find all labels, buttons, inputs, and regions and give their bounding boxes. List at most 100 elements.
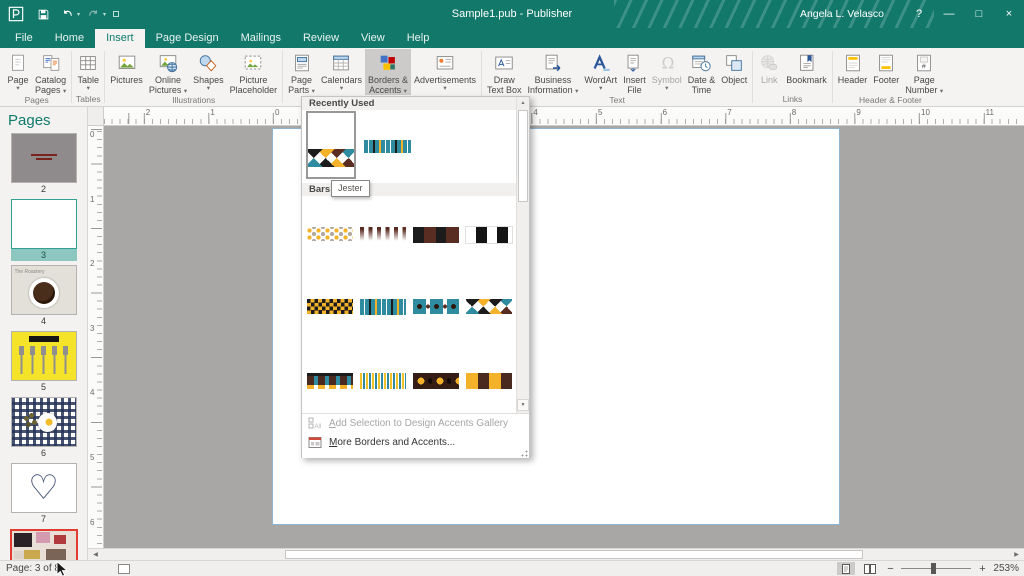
page-indicator[interactable]: Page: 3 of 8	[0, 563, 60, 574]
page-3-preview	[11, 199, 77, 249]
undo-button[interactable]	[56, 3, 78, 25]
resize-grip[interactable]	[521, 450, 528, 457]
dropdown-caret-icon[interactable]: ▾	[103, 11, 106, 18]
blocks-brown-pattern	[413, 227, 459, 243]
gallery-item-checker[interactable]	[307, 299, 353, 314]
gallery-item-fade-bars[interactable]	[360, 227, 406, 242]
undo-icon	[60, 7, 75, 22]
save-button[interactable]	[32, 3, 54, 25]
ruler-number: 11	[986, 108, 994, 117]
more-borders-menu-item[interactable]: More Borders and Accents...	[302, 433, 529, 452]
tab-view[interactable]: View	[350, 29, 396, 48]
help-button[interactable]: ?	[904, 0, 934, 28]
horizontal-ruler[interactable]: 2101234567891011	[104, 107, 1024, 126]
tab-review[interactable]: Review	[292, 29, 350, 48]
page-thumbnail-2[interactable]: 2	[0, 133, 87, 195]
page-thumbnail-7[interactable]: 7	[0, 463, 87, 525]
draw-text-box-button[interactable]: DrawText Box	[484, 49, 525, 95]
page-7-preview	[11, 463, 77, 513]
gallery-item-blocks-bw[interactable]	[466, 227, 512, 243]
gallery-item-dots[interactable]	[307, 227, 353, 241]
gallery-item-jester[interactable]	[306, 111, 356, 179]
date-time-button[interactable]: Date &Time	[685, 49, 719, 95]
page-thumbnail-4[interactable]: The Roastery4	[0, 265, 87, 327]
business-information-button[interactable]: BusinessInformation ▾	[525, 49, 582, 95]
maximize-button[interactable]: □	[964, 0, 994, 28]
scrollbar-thumb[interactable]	[285, 550, 863, 559]
tab-home[interactable]: Home	[44, 29, 95, 48]
dropdown-caret-icon[interactable]: ▾	[77, 11, 80, 18]
page-number-button[interactable]: #PageNumber ▾	[902, 49, 946, 95]
page-parts-button[interactable]: PageParts ▾	[285, 49, 318, 95]
page-8-preview	[10, 529, 78, 560]
close-button[interactable]: ×	[994, 0, 1024, 28]
gallery-scroll-up-icon[interactable]: ▲	[517, 97, 529, 109]
online-pictures-button[interactable]: OnlinePictures ▾	[146, 49, 190, 95]
tab-insert[interactable]: Insert	[95, 29, 145, 48]
redo-button[interactable]	[82, 3, 104, 25]
single-page-view-button[interactable]	[837, 562, 855, 575]
borders-accents-button[interactable]: Borders &Accents ▾	[365, 49, 411, 95]
qat-customize-icon[interactable]	[113, 11, 119, 17]
pictures-icon	[116, 51, 138, 75]
tab-page-design[interactable]: Page Design	[145, 29, 230, 48]
page-number-label: 3	[11, 249, 77, 261]
account-name[interactable]: Angela L. Velasco	[800, 8, 884, 20]
picture-placeholder-button[interactable]: PicturePlaceholder	[227, 49, 281, 95]
tab-mailings[interactable]: Mailings	[230, 29, 292, 48]
zoom-in-button[interactable]: +	[977, 563, 987, 575]
scroll-left-icon[interactable]: ◀	[88, 549, 103, 560]
gallery-item-squares[interactable]	[413, 299, 459, 314]
symbol-button[interactable]: ΩSymbol▾	[649, 49, 685, 95]
catalog-pages-icon	[40, 51, 62, 75]
gallery-item-blocks-yellow[interactable]	[466, 373, 512, 389]
gallery-scrollbar-thumb[interactable]	[518, 110, 528, 202]
zoom-out-button[interactable]: −	[885, 563, 895, 575]
gallery-item-blocks-brown[interactable]	[413, 227, 459, 243]
gallery-scrollbar[interactable]: ▲ ▼	[516, 97, 529, 413]
horizontal-scrollbar[interactable]: ◀ ▶	[88, 548, 1024, 560]
page-thumbnail-8[interactable]: 8	[0, 529, 87, 560]
dropdown-caret-icon: ▾	[207, 85, 210, 92]
footer-button[interactable]: Footer	[870, 49, 902, 95]
minimize-button[interactable]: —	[934, 0, 964, 28]
advertisements-button[interactable]: Advertisements▾	[411, 49, 479, 95]
two-page-view-button[interactable]	[861, 562, 879, 575]
page-button[interactable]: Page▾	[4, 49, 32, 95]
business-information-icon	[542, 51, 564, 75]
scroll-right-icon[interactable]: ▶	[1009, 549, 1024, 560]
page-size-icon[interactable]	[118, 564, 130, 574]
page-thumbnail-6[interactable]: 6	[0, 397, 87, 459]
tooltip: Jester	[331, 180, 370, 197]
zoom-slider-thumb[interactable]	[931, 563, 936, 574]
vertical-ruler[interactable]: 0123456	[88, 126, 104, 548]
page-2-preview	[11, 133, 77, 183]
page-thumbnail-5[interactable]: 5	[0, 331, 87, 393]
tab-file[interactable]: File	[4, 29, 44, 48]
zoom-slider[interactable]	[901, 562, 971, 575]
tab-help[interactable]: Help	[396, 29, 441, 48]
object-button[interactable]: Object	[718, 49, 750, 95]
gallery-scroll-down-icon[interactable]: ▼	[517, 399, 529, 411]
calendars-button[interactable]: Calendars▾	[318, 49, 365, 95]
zoom-level[interactable]: 253%	[993, 563, 1019, 574]
insert-file-button[interactable]: InsertFile	[620, 49, 649, 95]
page-thumbnail-3[interactable]: 3	[0, 199, 87, 261]
gallery-item-stripes-teal[interactable]	[360, 299, 406, 315]
gallery-item-stripes[interactable]	[364, 140, 411, 153]
table-button[interactable]: Table▾	[74, 49, 102, 94]
wordart-button[interactable]: WordArt▾	[581, 49, 620, 95]
link-button[interactable]: Link	[755, 49, 783, 94]
gallery-item-posts[interactable]	[307, 373, 353, 389]
bookmark-button[interactable]: Bookmark	[783, 49, 830, 94]
gallery-row	[302, 373, 518, 391]
gallery-item-stripes-thin[interactable]	[360, 373, 406, 389]
gallery-item-hourglass[interactable]	[466, 299, 512, 314]
pictures-button[interactable]: Pictures	[107, 49, 146, 95]
workspace[interactable]	[104, 126, 1024, 548]
header-button[interactable]: Header	[835, 49, 871, 95]
stripes-teal-pattern	[360, 299, 406, 315]
catalog-pages-button[interactable]: CatalogPages ▾	[32, 49, 69, 95]
shapes-button[interactable]: Shapes▾	[190, 49, 227, 95]
gallery-item-circles[interactable]	[413, 373, 459, 389]
